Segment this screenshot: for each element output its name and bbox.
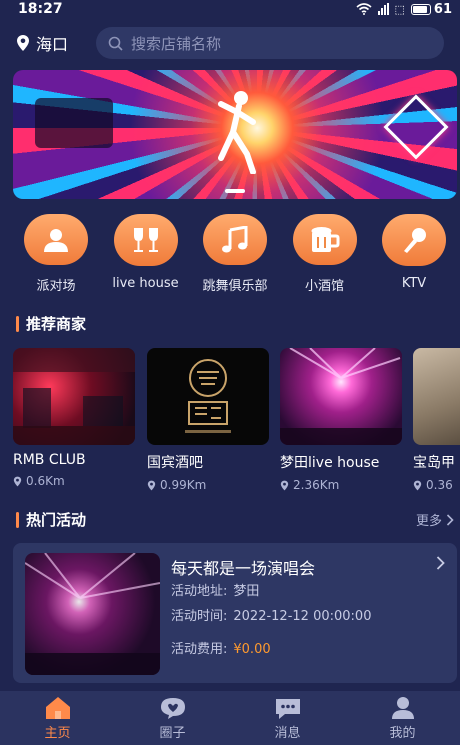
category-label: KTV <box>401 276 427 291</box>
city-name: 海口 <box>36 35 69 54</box>
fee-value: ¥0.00 <box>233 642 271 657</box>
more-label: 更多 <box>415 514 442 529</box>
tab-label: 圈子 <box>159 725 186 741</box>
section-title: 推荐商家 <box>26 315 87 333</box>
event-time: 活动时间: 2022-12-12 00:00:00 <box>171 605 371 624</box>
tab-label: 我的 <box>389 725 416 741</box>
merchant-distance: 0.36 <box>413 478 460 492</box>
banner-pagination <box>225 189 245 193</box>
location-pin-icon <box>147 480 156 490</box>
merchant-image <box>413 348 460 445</box>
location-pin-icon <box>413 480 422 490</box>
fee-label: 活动费用: <box>171 642 228 657</box>
search-input[interactable]: 搜索店铺名称 <box>96 27 444 59</box>
merchant-distance: 0.99Km <box>147 478 269 492</box>
more-events-link[interactable]: 更多 <box>416 510 454 529</box>
home-icon <box>44 696 72 720</box>
tab-label: 消息 <box>274 725 301 741</box>
message-icon <box>274 696 302 720</box>
distance-value: 2.36Km <box>293 478 340 492</box>
search-placeholder: 搜索店铺名称 <box>131 34 222 53</box>
address-label: 活动地址: <box>171 584 228 599</box>
tab-profile[interactable]: 我的 <box>363 696 443 741</box>
merchant-name: 国宾酒吧 <box>147 455 203 471</box>
chevron-right-icon <box>446 513 454 526</box>
status-time: 18:27 <box>18 1 63 17</box>
merchant-card[interactable]: 国宾酒吧 0.99Km <box>147 348 269 492</box>
location-pin-icon <box>13 476 22 486</box>
merchant-name: 梦田live house <box>280 455 380 471</box>
beer-mug-icon <box>292 214 357 265</box>
tab-label: 主页 <box>44 725 71 741</box>
tab-circle[interactable]: 圈子 <box>133 696 213 741</box>
banner-diamond-logo <box>383 94 449 160</box>
category-row: 派对场 live house 跳舞俱乐部 小酒馆 KTV <box>0 214 460 294</box>
merchant-carousel[interactable]: RMB CLUB 0.6Km 国宾酒吧 0.99Km 梦田live house … <box>13 348 460 498</box>
merchant-card[interactable]: 宝岛甲 0.36 <box>413 348 460 492</box>
tab-messages[interactable]: 消息 <box>248 696 328 741</box>
merchant-image <box>13 348 135 445</box>
address-value: 梦田 <box>233 584 260 599</box>
battery-level: 61 <box>433 1 452 17</box>
location-pin-icon <box>280 480 289 490</box>
status-bar: 18:27 ⬚ 61 <box>0 0 460 18</box>
chevron-right-icon[interactable] <box>436 555 445 574</box>
profile-icon <box>389 696 417 720</box>
time-value: 2022-12-12 00:00:00 <box>233 609 372 624</box>
merchant-image <box>280 348 402 445</box>
category-label: 派对场 <box>36 279 76 294</box>
section-title: 热门活动 <box>26 511 87 529</box>
music-note-icon <box>203 214 267 265</box>
search-icon <box>108 36 123 51</box>
network-icon: ⬚ <box>394 2 405 16</box>
merchant-distance: 0.6Km <box>13 474 135 488</box>
section-accent-bar <box>16 315 19 332</box>
circle-chat-icon <box>159 696 187 720</box>
event-card[interactable]: 每天都是一场演唱会 活动地址: 梦田 活动时间: 2022-12-12 00:00:… <box>13 543 457 683</box>
event-fee: 活动费用: ¥0.00 <box>171 638 271 657</box>
merchant-card[interactable]: RMB CLUB 0.6Km <box>13 348 135 488</box>
wine-glasses-icon <box>113 214 178 266</box>
section-recommended: 推荐商家 <box>16 313 86 334</box>
category-label: 跳舞俱乐部 <box>202 279 268 294</box>
search-row: 海口 搜索店铺名称 <box>0 27 460 59</box>
battery-icon: 61 <box>410 1 452 17</box>
category-label: live house <box>112 276 179 291</box>
section-accent-bar <box>16 511 19 528</box>
merchant-card[interactable]: 梦田live house 2.36Km <box>280 348 402 492</box>
location-selector[interactable]: 海口 <box>16 31 96 55</box>
merchant-name: RMB CLUB <box>13 452 86 468</box>
banner-dot-active <box>225 189 245 193</box>
banner-dancer-figure <box>218 91 256 174</box>
party-person-icon <box>24 214 88 265</box>
status-icons: ⬚ 61 <box>355 1 452 17</box>
banner-logo <box>35 98 113 148</box>
promo-banner[interactable] <box>13 70 457 199</box>
category-party[interactable]: 派对场 <box>18 214 94 294</box>
section-events: 热门活动 <box>16 509 86 530</box>
distance-value: 0.99Km <box>160 478 207 492</box>
signal-icon <box>377 3 389 15</box>
category-livehouse[interactable]: live house <box>108 214 184 294</box>
wifi-icon <box>355 3 372 15</box>
event-address: 活动地址: 梦田 <box>171 580 259 599</box>
time-label: 活动时间: <box>171 609 228 624</box>
merchant-distance: 2.36Km <box>280 478 402 492</box>
event-title: 每天都是一场演唱会 <box>171 559 316 578</box>
merchant-image <box>147 348 269 445</box>
distance-value: 0.6Km <box>26 474 65 488</box>
event-image <box>25 553 160 675</box>
category-label: 小酒馆 <box>304 279 344 294</box>
location-pin-icon <box>17 35 29 51</box>
bottom-tab-bar: 主页 圈子 消息 我的 <box>0 691 460 745</box>
distance-value: 0.36 <box>426 478 453 492</box>
microphone-icon <box>382 214 446 266</box>
category-dance-club[interactable]: 跳舞俱乐部 <box>197 214 273 294</box>
category-ktv[interactable]: KTV <box>376 214 452 294</box>
category-tavern[interactable]: 小酒馆 <box>287 214 363 294</box>
tab-home[interactable]: 主页 <box>18 696 98 741</box>
merchant-name: 宝岛甲 <box>413 455 455 471</box>
